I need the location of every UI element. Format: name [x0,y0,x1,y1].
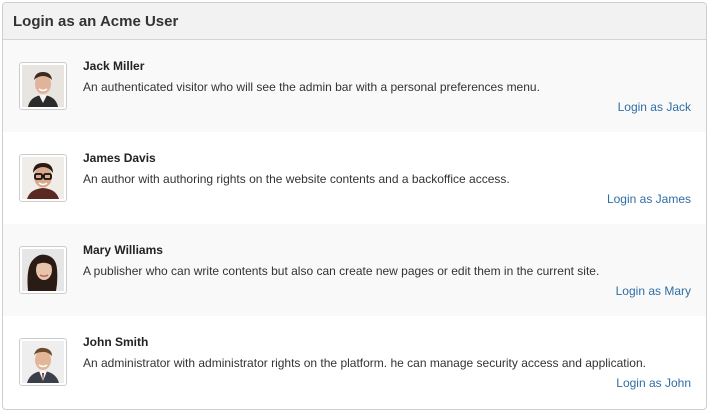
avatar-jack [19,62,67,110]
user-row-james: James Davis An author with authoring rig… [3,132,706,224]
login-as-jack-link[interactable]: Login as Jack [618,100,691,114]
user-description: An authenticated visitor who will see th… [83,80,540,94]
login-as-mary-link[interactable]: Login as Mary [616,284,691,298]
login-as-john-link[interactable]: Login as John [616,376,691,390]
user-description: An administrator with administrator righ… [83,356,646,370]
user-row-jack: Jack Miller An authenticated visitor who… [3,40,706,132]
avatar-james [19,154,67,202]
user-row-mary: Mary Williams A publisher who can write … [3,224,706,316]
login-as-james-link[interactable]: Login as James [607,192,691,206]
panel-title: Login as an Acme User [13,13,179,30]
user-photo-icon [22,157,64,199]
avatar-mary [19,246,67,294]
user-photo-icon [22,65,64,107]
avatar-john [19,338,67,386]
user-description: An author with authoring rights on the w… [83,172,510,186]
user-description: A publisher who can write contents but a… [83,264,600,278]
user-photo-icon [22,341,64,383]
login-panel: Login as an Acme User Jack Miller An aut… [2,2,707,410]
user-name: James Davis [83,151,156,165]
user-name: Jack Miller [83,59,145,73]
user-name: Mary Williams [83,243,163,257]
panel-header: Login as an Acme User [3,3,706,40]
user-name: John Smith [83,335,149,349]
user-photo-icon [22,249,64,291]
user-row-john: John Smith An administrator with adminis… [3,316,706,408]
